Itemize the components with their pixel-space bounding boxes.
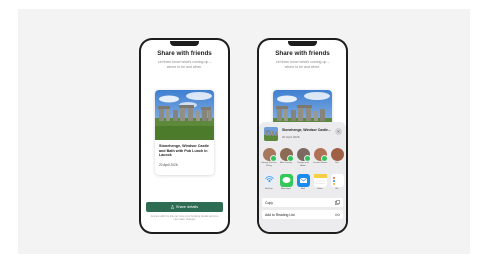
event-title: Stonehenge, Windsor Castle and Bath with… [159, 144, 209, 158]
contact-item[interactable]: Hai [329, 148, 345, 165]
app-reminders[interactable]: Re [329, 174, 345, 190]
contact-name: Hai [335, 162, 339, 164]
contact-name: Soraya and Aidan [297, 162, 309, 167]
share-sheet-thumbnail [264, 127, 278, 141]
share-sheet: Stonehenge, Windsor Castle... 20 April 2… [259, 122, 346, 232]
contact-item[interactable]: Soraya and Aidan [295, 148, 311, 168]
page-subtitle: Let them know what's coming up – where t… [157, 60, 212, 69]
share-sheet-title: Stonehenge, Windsor Castle... [282, 128, 331, 132]
share-icon [170, 205, 174, 209]
phone-share-sheet: Share with friends Let them know what's … [257, 38, 348, 234]
copy-icon [335, 200, 340, 205]
stonehenge-photo [155, 90, 214, 140]
share-footnote: Anyone with the link can view your booki… [150, 215, 219, 222]
app-name: Notes [317, 188, 323, 190]
app-notes[interactable]: Notes [312, 174, 328, 190]
avatar [313, 148, 328, 162]
page-title: Share with friends [157, 50, 212, 57]
copy-label: Copy [265, 200, 273, 205]
contact-name: George Forrest-Wong [261, 162, 277, 167]
add-to-reading-list-action[interactable]: Add to Reading List [262, 210, 343, 219]
notes-icon [313, 174, 327, 187]
event-card[interactable]: Stonehenge, Windsor Castle and Bath with… [155, 90, 214, 175]
messages-badge-icon [303, 155, 311, 162]
contact-name: Alex Laurey [280, 162, 292, 164]
messages-badge-icon [269, 155, 277, 162]
avatar [279, 148, 294, 162]
messages-badge-icon [320, 155, 328, 162]
phone-screen: Share with friends Let them know what's … [259, 40, 346, 232]
app-name: Mail [300, 188, 305, 190]
reading-list-label: Add to Reading List [265, 212, 295, 217]
app-name: AirDrop [265, 188, 273, 190]
glasses-icon [335, 213, 340, 216]
phone-screen: Share with friends Let them know what's … [141, 40, 228, 232]
close-icon[interactable]: × [335, 128, 342, 135]
airdrop-icon [262, 174, 276, 187]
contact-item[interactable]: Alex Laurey [278, 148, 294, 165]
contact-item[interactable]: Luciana Mateo [312, 148, 328, 165]
contact-item[interactable]: George Forrest-Wong [261, 148, 277, 168]
app-name: Messages [281, 188, 291, 190]
app-mail[interactable]: Mail [295, 174, 311, 190]
event-date: 20 April 2026 [159, 163, 178, 167]
share-sheet-header: Stonehenge, Windsor Castle... 20 April 2… [262, 125, 343, 144]
notch [170, 41, 199, 46]
notch [288, 41, 317, 46]
share-sheet-date: 20 April 2026 [282, 135, 300, 139]
share-details-button[interactable]: Share details [146, 202, 223, 212]
phone-share-screen: Share with friends Let them know what's … [139, 38, 230, 234]
app-messages[interactable]: Messages [278, 174, 294, 190]
page-subtitle: Let them know what's coming up – where t… [275, 60, 330, 69]
app-name: Re [335, 188, 339, 190]
share-details-label: Share details [175, 205, 199, 209]
page-title: Share with friends [275, 50, 330, 57]
copy-action[interactable]: Copy [262, 198, 343, 207]
mockup-background [18, 9, 470, 254]
mail-icon [296, 174, 310, 187]
avatar [262, 148, 277, 162]
share-apps-row: AirDrop Messages Mail Notes Re [259, 174, 346, 194]
contact-name: Luciana Mateo [312, 162, 328, 164]
share-contacts-row: George Forrest-Wong Alex Laurey Soraya a… [259, 148, 346, 170]
app-airdrop[interactable]: AirDrop [261, 174, 277, 190]
messages-badge-icon [286, 155, 294, 162]
reminders-icon [330, 174, 344, 187]
messages-icon [279, 174, 293, 187]
avatar [330, 148, 344, 161]
avatar [296, 148, 311, 162]
